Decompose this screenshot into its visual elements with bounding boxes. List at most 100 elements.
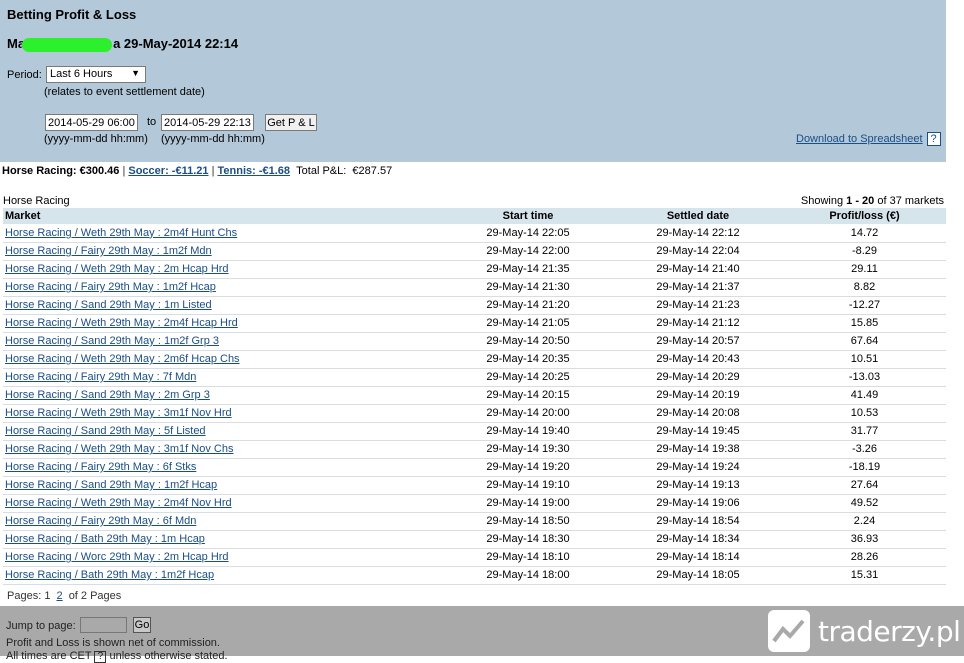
profit-loss-cell: -3.26	[783, 440, 946, 459]
table-row: Horse Racing / Weth 29th May : 3m1f Nov …	[3, 440, 946, 459]
profit-loss-cell: -12.27	[783, 296, 946, 315]
start-time-cell: 29-May-14 20:35	[443, 350, 613, 369]
table-row: Horse Racing / Fairy 29th May : 1m2f Mdn…	[3, 242, 946, 261]
column-header-profit-loss[interactable]: Profit/loss (€)	[783, 208, 946, 224]
soccer-total-link[interactable]: Soccer: -€11.21	[128, 165, 208, 177]
help-icon[interactable]: ?	[926, 132, 941, 146]
column-header-start-time[interactable]: Start time	[443, 208, 613, 224]
table-row: Horse Racing / Fairy 29th May : 7f Mdn 29…	[3, 368, 946, 387]
market-link[interactable]: Horse Racing / Weth 29th May : 2m4f Hunt…	[5, 227, 237, 239]
profit-loss-cell: 15.85	[783, 314, 946, 333]
market-link[interactable]: Horse Racing / Bath 29th May : 1m2f Hcap	[5, 569, 214, 581]
profit-loss-cell: 28.26	[783, 548, 946, 567]
market-link[interactable]: Horse Racing / Bath 29th May : 1m Hcap	[5, 533, 205, 545]
market-link[interactable]: Horse Racing / Sand 29th May : 2m Grp 3	[5, 389, 210, 401]
table-row: Horse Racing / Bath 29th May : 1m2f Hcap…	[3, 566, 946, 585]
table-row: Horse Racing / Fairy 29th May : 6f Stks 2…	[3, 458, 946, 477]
market-link[interactable]: Horse Racing / Sand 29th May : 1m2f Hcap	[5, 479, 217, 491]
go-button[interactable]: Go	[133, 617, 151, 633]
start-time-cell: 29-May-14 20:15	[443, 386, 613, 405]
table-row: Horse Racing / Bath 29th May : 1m Hcap 29…	[3, 530, 946, 549]
start-time-cell: 29-May-14 20:25	[443, 368, 613, 387]
market-link[interactable]: Horse Racing / Weth 29th May : 2m Hcap H…	[5, 263, 229, 275]
profit-loss-cell: 8.82	[783, 278, 946, 297]
market-link[interactable]: Horse Racing / Weth 29th May : 2m4f Nov …	[5, 497, 232, 509]
market-link[interactable]: Horse Racing / Weth 29th May : 2m4f Hcap…	[5, 317, 238, 329]
market-link[interactable]: Horse Racing / Fairy 29th May : 7f Mdn	[5, 371, 196, 383]
profit-loss-cell: 29.11	[783, 260, 946, 279]
market-link[interactable]: Horse Racing / Sand 29th May : 1m Listed	[5, 299, 212, 311]
tennis-total-link[interactable]: Tennis: -€1.68	[217, 165, 290, 177]
profit-loss-cell: -8.29	[783, 242, 946, 261]
profit-loss-cell: 10.53	[783, 404, 946, 423]
timezone-suffix: unless otherwise stated.	[109, 650, 228, 662]
period-select[interactable]: Last 6 Hours ▼	[46, 66, 146, 83]
market-link[interactable]: Horse Racing / Fairy 29th May : 6f Mdn	[5, 515, 196, 527]
settled-date-cell: 29-May-14 20:08	[613, 404, 783, 423]
start-time-cell: 29-May-14 20:50	[443, 332, 613, 351]
download-spreadsheet-link[interactable]: Download to Spreadsheet	[796, 133, 923, 145]
pl-summary: Horse Racing: €300.46 | Soccer: -€11.21 …	[2, 165, 392, 177]
market-cell: Horse Racing / Sand 29th May : 1m Listed	[3, 296, 443, 315]
header-panel: Betting Profit & Loss Ma a 29-May-2014 22…	[0, 0, 946, 162]
market-link[interactable]: Horse Racing / Worc 29th May : 2m Hcap H…	[5, 551, 229, 563]
table-row: Horse Racing / Weth 29th May : 2m Hcap H…	[3, 260, 946, 279]
profit-loss-cell: 14.72	[783, 224, 946, 243]
pages-label: Pages:	[7, 590, 42, 602]
table-row: Horse Racing / Weth 29th May : 2m4f Hunt…	[3, 224, 946, 243]
market-cell: Horse Racing / Bath 29th May : 1m2f Hcap	[3, 566, 443, 585]
timezone-note: All times are CET ? unless otherwise sta…	[6, 650, 228, 663]
profit-loss-cell: 36.93	[783, 530, 946, 549]
market-cell: Horse Racing / Fairy 29th May : 1m2f Mdn	[3, 242, 443, 261]
market-cell: Horse Racing / Sand 29th May : 5f Listed	[3, 422, 443, 441]
settled-date-cell: 29-May-14 22:04	[613, 242, 783, 261]
chart-trend-icon	[768, 610, 810, 652]
market-link[interactable]: Horse Racing / Sand 29th May : 1m2f Grp …	[5, 335, 219, 347]
market-link[interactable]: Horse Racing / Fairy 29th May : 1m2f Mdn	[5, 245, 212, 257]
profit-loss-cell: 27.64	[783, 476, 946, 495]
redacted-account-name	[22, 37, 113, 52]
period-note: (relates to event settlement date)	[44, 86, 205, 98]
date-format-hint-to: (yyyy-mm-dd hh:mm)	[161, 133, 265, 145]
showing-suffix: of 37 markets	[877, 195, 944, 207]
date-from-input[interactable]	[45, 114, 138, 131]
settled-date-cell: 29-May-14 18:34	[613, 530, 783, 549]
to-label: to	[147, 116, 157, 128]
results-count: Showing 1 - 20 of 37 markets	[801, 195, 944, 207]
market-link[interactable]: Horse Racing / Weth 29th May : 2m6f Hcap…	[5, 353, 240, 365]
profit-loss-cell: -18.19	[783, 458, 946, 477]
market-link[interactable]: Horse Racing / Weth 29th May : 3m1f Nov …	[5, 407, 232, 419]
showing-prefix: Showing	[800, 195, 844, 207]
market-cell: Horse Racing / Weth 29th May : 2m4f Hunt…	[3, 224, 443, 243]
settled-date-cell: 29-May-14 21:40	[613, 260, 783, 279]
date-to-input[interactable]	[161, 114, 254, 131]
page-2-link[interactable]: 2	[57, 590, 63, 602]
market-cell: Horse Racing / Sand 29th May : 1m2f Grp …	[3, 332, 443, 351]
start-time-cell: 29-May-14 18:50	[443, 512, 613, 531]
start-time-cell: 29-May-14 19:30	[443, 440, 613, 459]
market-cell: Horse Racing / Weth 29th May : 2m4f Nov …	[3, 494, 443, 513]
start-time-cell: 29-May-14 18:00	[443, 566, 613, 585]
market-cell: Horse Racing / Worc 29th May : 2m Hcap H…	[3, 548, 443, 567]
profit-loss-cell: 2.24	[783, 512, 946, 531]
timezone-help-icon[interactable]: ?	[94, 651, 107, 663]
table-row: Horse Racing / Sand 29th May : 1m2f Hcap…	[3, 476, 946, 495]
market-cell: Horse Racing / Sand 29th May : 1m2f Hcap	[3, 476, 443, 495]
watermark-text: traderzy.pl	[818, 614, 961, 648]
jump-to-page-input[interactable]	[80, 617, 127, 633]
market-link[interactable]: Horse Racing / Sand 29th May : 5f Listed	[5, 425, 206, 437]
column-header-market[interactable]: Market	[3, 208, 443, 224]
market-link[interactable]: Horse Racing / Fairy 29th May : 6f Stks	[5, 461, 196, 473]
market-link[interactable]: Horse Racing / Fairy 29th May : 1m2f Hca…	[5, 281, 216, 293]
start-time-cell: 29-May-14 22:05	[443, 224, 613, 243]
start-time-cell: 29-May-14 20:00	[443, 404, 613, 423]
current-page: 1	[44, 590, 51, 602]
get-pl-button[interactable]: Get P & L	[265, 114, 317, 131]
start-time-cell: 29-May-14 19:40	[443, 422, 613, 441]
column-header-settled-date[interactable]: Settled date	[613, 208, 783, 224]
settled-date-cell: 29-May-14 19:45	[613, 422, 783, 441]
market-link[interactable]: Horse Racing / Weth 29th May : 3m1f Nov …	[5, 443, 233, 455]
summary-separator: |	[211, 165, 215, 177]
pages-suffix: of 2 Pages	[68, 590, 122, 602]
page-title: Betting Profit & Loss	[7, 7, 137, 22]
